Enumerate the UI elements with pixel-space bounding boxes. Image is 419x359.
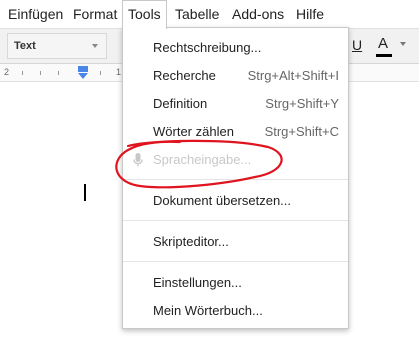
menu-item-recherche[interactable]: Recherche Strg+Alt+Shift+I [123, 62, 348, 90]
first-line-indent-handle[interactable] [78, 66, 88, 72]
menu-item-label: Skripteditor... [153, 234, 229, 249]
menu-format[interactable]: Format [68, 0, 122, 28]
menu-item-einstellungen[interactable]: Einstellungen... [123, 269, 348, 297]
paragraph-style-select[interactable]: Text [7, 33, 107, 59]
menu-item-dokument-uebersetzen[interactable]: Dokument übersetzen... [123, 187, 348, 215]
menu-item-mein-woerterbuch[interactable]: Mein Wörterbuch... [123, 297, 348, 325]
ruler-number: 1 [116, 67, 122, 77]
menu-item-definition[interactable]: Definition Strg+Shift+Y [123, 90, 348, 118]
menu-item-shortcut: Strg+Shift+C [264, 124, 339, 139]
text-color-swatch [376, 54, 392, 57]
menu-item-label: Dokument übersetzen... [153, 193, 292, 208]
ruler-number: 2 [4, 67, 10, 77]
menu-item-label: Spracheingabe... [153, 152, 252, 167]
left-indent-handle[interactable] [78, 73, 88, 79]
menu-separator [123, 261, 348, 262]
menu-item-label: Wörter zählen [153, 124, 234, 139]
menu-item-shortcut: Strg+Shift+Y [265, 96, 339, 111]
menu-hilfe[interactable]: Hilfe [291, 0, 329, 28]
text-cursor [84, 184, 86, 201]
menu-tabelle[interactable]: Tabelle [170, 0, 224, 28]
text-color-button[interactable]: A [376, 35, 392, 57]
ruler-tick [100, 71, 101, 75]
menu-einfuegen[interactable]: Einfügen [3, 0, 68, 28]
menu-item-woerter-zaehlen[interactable]: Wörter zählen Strg+Shift+C [123, 118, 348, 146]
menu-item-rechtschreibung[interactable]: Rechtschreibung... [123, 34, 348, 62]
menu-bar: Einfügen Format Tools Tabelle Add-ons Hi… [0, 0, 419, 29]
underline-button[interactable]: U [352, 37, 362, 53]
menu-item-label: Rechtschreibung... [153, 40, 262, 55]
menu-item-label: Einstellungen... [153, 275, 242, 290]
chevron-down-icon [92, 44, 98, 48]
menu-item-spracheingabe: Spracheingabe... [123, 146, 348, 174]
menu-item-skripteditor[interactable]: Skripteditor... [123, 228, 348, 256]
menu-item-label: Recherche [153, 68, 216, 83]
ruler-tick [22, 71, 23, 75]
text-color-dropdown-icon[interactable] [400, 42, 406, 46]
menu-item-label: Mein Wörterbuch... [153, 303, 263, 318]
microphone-icon [133, 153, 143, 167]
tools-menu: Rechtschreibung... Recherche Strg+Alt+Sh… [122, 27, 349, 329]
menu-tools[interactable]: Tools [122, 0, 167, 29]
menu-addons[interactable]: Add-ons [227, 0, 289, 28]
menu-item-label: Definition [153, 96, 208, 111]
menu-item-shortcut: Strg+Alt+Shift+I [247, 68, 339, 83]
menu-separator [123, 220, 348, 221]
ruler-tick [40, 71, 41, 75]
ruler-tick [58, 71, 59, 75]
text-color-label: A [378, 35, 389, 52]
menu-separator [123, 179, 348, 180]
paragraph-style-value: Text [14, 40, 36, 52]
